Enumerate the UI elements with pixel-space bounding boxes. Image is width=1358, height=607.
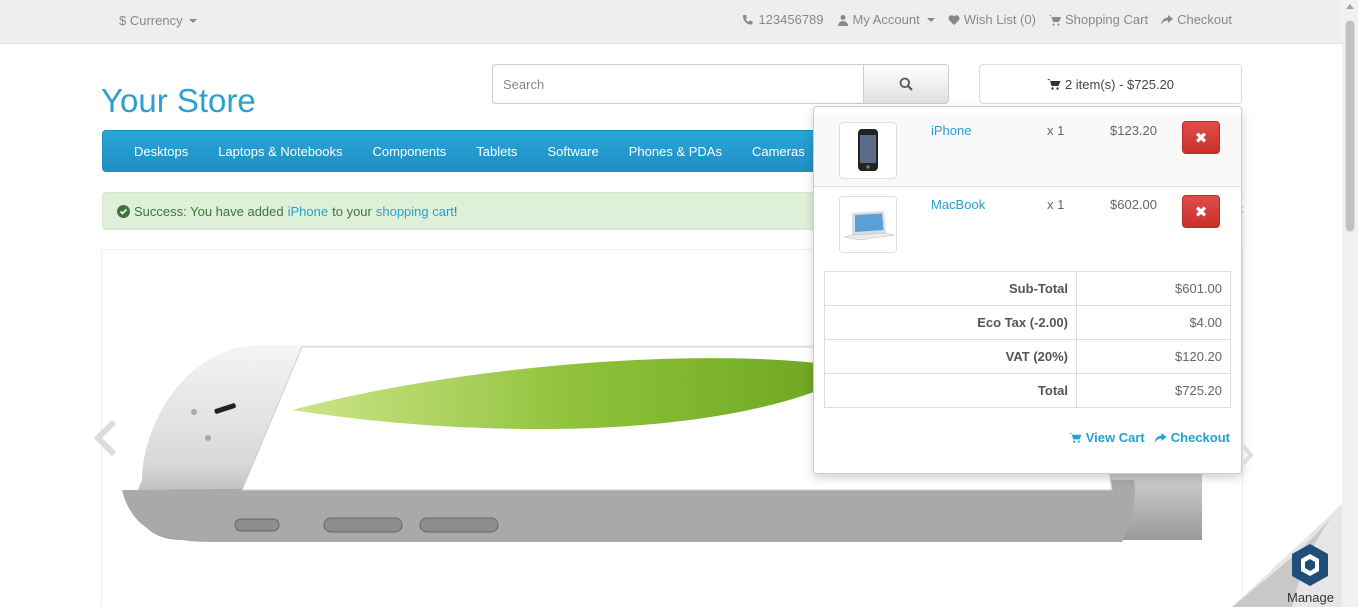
cart-totals-table: Sub-Total $601.00 Eco Tax (-2.00) $4.00 … [824, 271, 1231, 408]
menu-item-phones[interactable]: Phones & PDAs [614, 144, 737, 159]
cart-summary: 2 item(s) - $725.20 [1064, 76, 1175, 92]
vat-label: VAT (20%) [824, 339, 1077, 374]
cart-item-qty: x 1 [1047, 197, 1065, 212]
alert-suffix: ! [453, 203, 458, 219]
iphone-thumbnail-image [858, 129, 878, 171]
slide-prev-icon[interactable] [92, 418, 118, 468]
my-account-label: My Account [852, 12, 920, 27]
remove-item-button[interactable]: ✖ [1182, 195, 1220, 228]
top-links: 123456789 My Account Wish List (0) Shopp… [742, 12, 1232, 27]
macbook-thumbnail-image [843, 211, 895, 241]
checkout-link[interactable]: Checkout [1154, 430, 1230, 445]
cart-dropdown: iPhone x 1 $123.20 ✖ MacBook x 1 $602.00… [813, 106, 1242, 474]
alert-product-link[interactable]: iPhone [288, 204, 328, 219]
menu-item-components[interactable]: Components [358, 144, 462, 159]
total-label: Total [824, 373, 1077, 408]
cart-item: MacBook x 1 $602.00 ✖ [814, 187, 1241, 261]
phone-icon [743, 14, 753, 25]
remove-item-button[interactable]: ✖ [1182, 121, 1220, 154]
heart-icon [948, 14, 960, 25]
eco-tax-label: Eco Tax (-2.00) [824, 305, 1077, 340]
scroll-up-icon[interactable] [1346, 4, 1354, 9]
search-input[interactable] [492, 64, 864, 104]
cart-icon [1046, 79, 1061, 90]
product-thumbnail[interactable] [839, 122, 897, 179]
vat-value: $120.20 [1076, 339, 1231, 374]
cart-icon [1068, 432, 1082, 443]
caret-down-icon [188, 18, 197, 23]
check-circle-icon [117, 204, 130, 218]
my-account-dropdown[interactable]: My Account [837, 12, 935, 27]
cart-item: iPhone x 1 $123.20 ✖ [814, 113, 1241, 187]
menu-item-software[interactable]: Software [532, 144, 613, 159]
checkout-label: Checkout [1177, 12, 1232, 27]
currency-label: $ Currency [119, 13, 183, 28]
search-icon [899, 77, 913, 91]
close-icon: ✖ [1194, 203, 1208, 221]
product-thumbnail[interactable] [839, 196, 897, 253]
cart-icon [1048, 14, 1061, 25]
checkout-label: Checkout [1170, 430, 1230, 445]
cart-item-price: $602.00 [1110, 197, 1157, 212]
phone-number: 123456789 [758, 12, 824, 27]
shopping-cart-link[interactable]: Shopping Cart [1048, 12, 1149, 27]
close-icon: ✖ [1194, 129, 1208, 147]
cart-item-price: $123.20 [1110, 123, 1157, 138]
menu-item-tablets[interactable]: Tablets [461, 144, 532, 159]
wish-list-label: Wish List (0) [963, 12, 1036, 27]
page-scrollbar[interactable] [1342, 0, 1358, 607]
checkout-link[interactable]: Checkout [1161, 12, 1232, 27]
alert-middle: to your [332, 203, 372, 219]
scrollbar-thumb[interactable] [1345, 20, 1355, 232]
menu-item-cameras[interactable]: Cameras [737, 144, 820, 159]
menu-item-laptops[interactable]: Laptops & Notebooks [203, 144, 357, 159]
view-cart-label: View Cart [1085, 430, 1145, 445]
share-icon [1154, 432, 1167, 443]
subtotal-label: Sub-Total [824, 271, 1077, 306]
wish-list-link[interactable]: Wish List (0) [948, 12, 1036, 27]
shopping-cart-label: Shopping Cart [1064, 12, 1149, 27]
table-row: Sub-Total $601.00 [824, 271, 1231, 306]
table-row: Total $725.20 [824, 373, 1231, 408]
manage-label[interactable]: Manage [1287, 590, 1334, 605]
store-logo[interactable]: Your Store [101, 82, 256, 120]
phone-link[interactable]: 123456789 [742, 12, 824, 27]
caret-down-icon [926, 17, 935, 22]
table-row: VAT (20%) $120.20 [824, 339, 1231, 374]
search-bar [492, 64, 949, 104]
cart-dropdown-links: View Cart Checkout [1068, 430, 1230, 445]
user-icon [837, 14, 848, 26]
alert-prefix: Success: You have added [134, 203, 284, 219]
view-cart-link[interactable]: View Cart [1068, 430, 1145, 445]
top-bar: $ Currency 123456789 My Account Wish Lis… [0, 0, 1342, 44]
cart-item-qty: x 1 [1047, 123, 1065, 138]
cart-item-name[interactable]: iPhone [931, 123, 971, 138]
table-row: Eco Tax (-2.00) $4.00 [824, 305, 1231, 340]
share-icon [1161, 14, 1174, 25]
menu-item-desktops[interactable]: Desktops [119, 144, 203, 159]
slide-next-icon[interactable] [1241, 428, 1254, 476]
currency-dropdown[interactable]: $ Currency [119, 13, 197, 28]
cart-item-name[interactable]: MacBook [931, 197, 985, 212]
search-button[interactable] [864, 64, 949, 104]
alert-cart-link[interactable]: shopping cart [376, 204, 454, 219]
subtotal-value: $601.00 [1076, 271, 1231, 306]
total-value: $725.20 [1076, 373, 1231, 408]
eco-tax-value: $4.00 [1076, 305, 1231, 340]
cart-button[interactable]: 2 item(s) - $725.20 [979, 64, 1242, 104]
